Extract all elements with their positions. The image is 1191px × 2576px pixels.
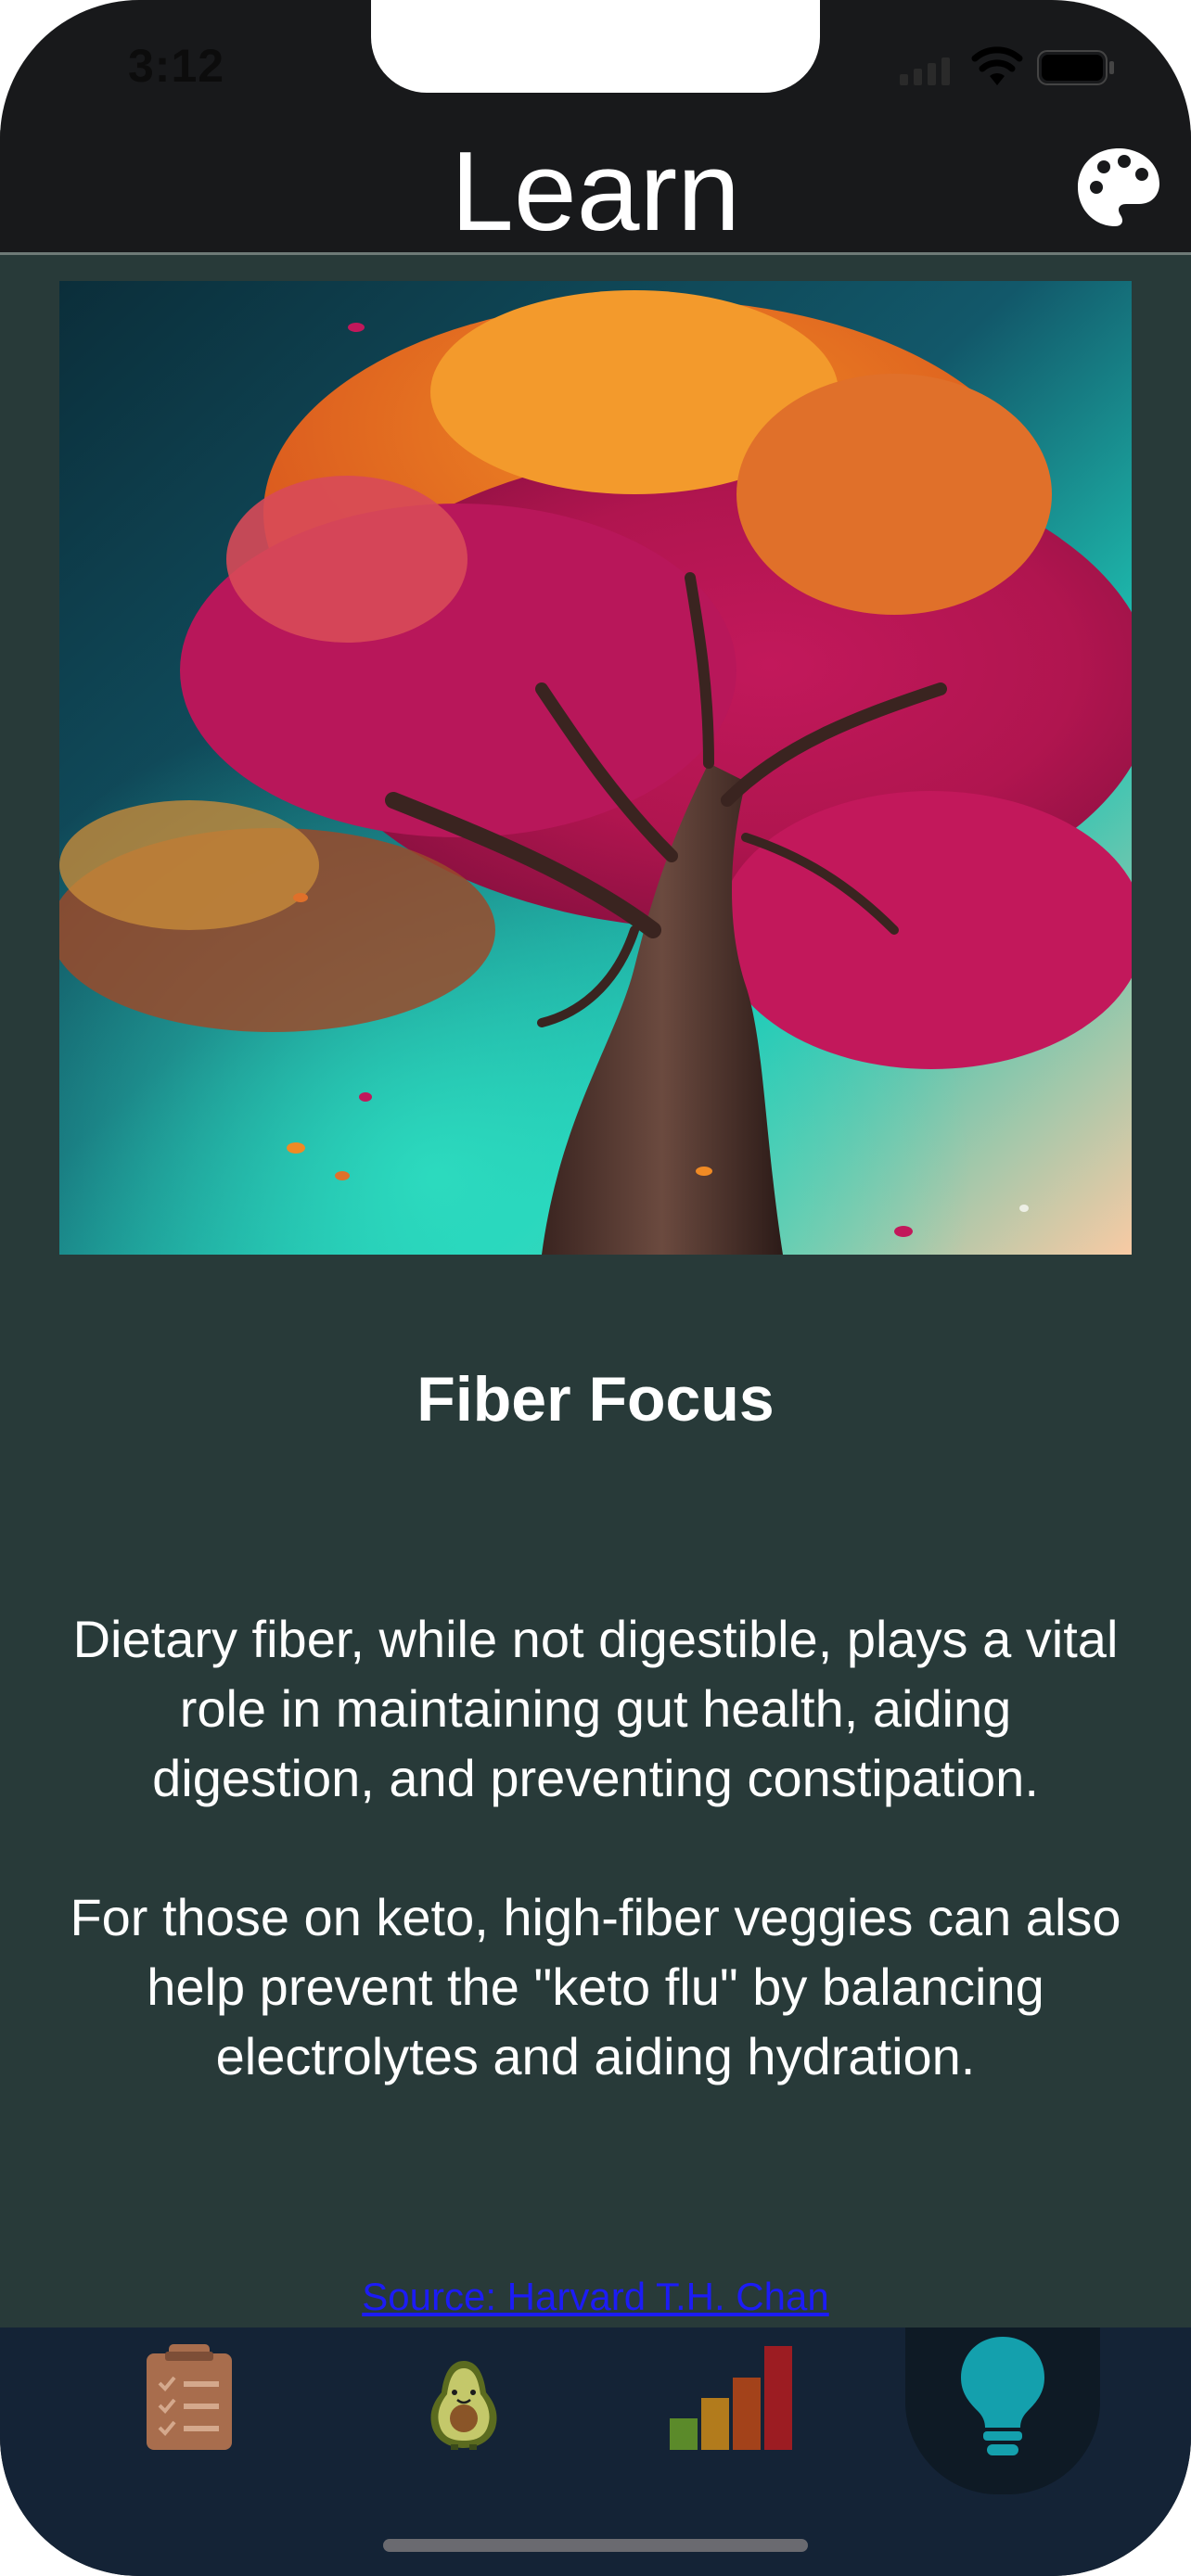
autumn-tree-image [59, 281, 1132, 1255]
tab-stats[interactable] [612, 2327, 853, 2494]
wifi-icon [971, 46, 1023, 85]
article-content: Fiber Focus Dietary fiber, while not dig… [0, 255, 1191, 2327]
clipboard-checklist-icon [147, 2344, 232, 2450]
article-paragraph: For those on keto, high-fiber veggies ca… [70, 1888, 1121, 2085]
battery-icon [1037, 50, 1114, 85]
article-paragraph: Dietary fiber, while not digestible, pla… [72, 1610, 1119, 1807]
bar-chart-icon [670, 2346, 792, 2450]
lightbulb-icon [961, 2337, 1044, 2455]
tab-log[interactable] [69, 2327, 310, 2494]
status-bar: 3:12 [0, 0, 1191, 130]
page-title: Learn [450, 128, 741, 254]
palette-icon[interactable] [1074, 143, 1163, 232]
home-indicator[interactable] [383, 2539, 808, 2552]
status-time: 3:12 [128, 40, 225, 92]
article-title: Fiber Focus [416, 1364, 775, 1435]
phone-screen: 3:12 Learn Fiber Focus Dietary fiber, wh… [0, 0, 1191, 2576]
notch [371, 0, 820, 93]
source-link[interactable]: Source: Harvard T.H. Chan [0, 2275, 1191, 2319]
avocado-icon [430, 2361, 497, 2450]
signal-icon [900, 57, 950, 85]
tab-food[interactable] [343, 2327, 584, 2494]
